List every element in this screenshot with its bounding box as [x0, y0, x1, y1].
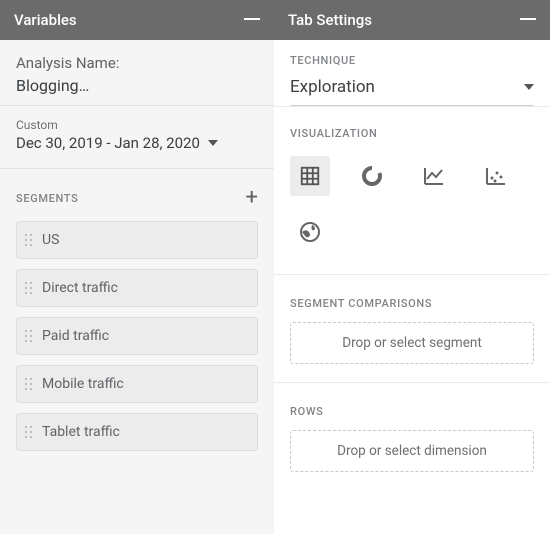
visualization-label: VISUALIZATION — [290, 127, 534, 140]
chevron-down-icon — [524, 84, 534, 90]
variables-panel-body: Analysis Name: Blogging… Custom Dec 30, … — [0, 40, 274, 534]
rows-section: ROWS Drop or select dimension — [274, 383, 550, 490]
add-segment-button[interactable]: + — [246, 187, 258, 209]
tab-settings-panel-title: Tab Settings — [288, 11, 520, 29]
segment-chip-label: Paid traffic — [42, 328, 109, 344]
drag-handle-icon[interactable] — [25, 282, 32, 294]
drag-handle-icon[interactable] — [25, 426, 32, 438]
visualization-section: VISUALIZATION — [274, 107, 550, 275]
segment-chip-label: Mobile traffic — [42, 376, 124, 392]
viz-donut-button[interactable] — [352, 156, 392, 196]
technique-label: TECHNIQUE — [290, 54, 534, 67]
date-preset-label: Custom — [16, 118, 258, 132]
segment-chip[interactable]: US — [16, 221, 258, 259]
tab-settings-panel: Tab Settings TECHNIQUE Exploration VISUA… — [274, 0, 550, 534]
technique-select[interactable]: Exploration — [290, 69, 534, 106]
segment-comparisons-label: SEGMENT COMPARISONS — [290, 297, 534, 310]
drag-handle-icon[interactable] — [25, 378, 32, 390]
table-icon — [299, 165, 321, 187]
viz-scatter-button[interactable] — [476, 156, 516, 196]
segment-chip-label: Tablet traffic — [42, 424, 120, 440]
chevron-down-icon — [208, 140, 218, 146]
technique-value: Exploration — [290, 77, 524, 97]
segment-chip[interactable]: Paid traffic — [16, 317, 258, 355]
minimize-icon[interactable] — [520, 18, 536, 20]
analysis-name-value: Blogging… — [16, 76, 258, 95]
date-range-value: Dec 30, 2019 - Jan 28, 2020 — [16, 134, 200, 152]
rows-label: ROWS — [290, 405, 534, 418]
viz-geo-button[interactable] — [290, 212, 330, 252]
segment-chip-label: US — [42, 232, 59, 248]
variables-panel: Variables Analysis Name: Blogging… Custo… — [0, 0, 274, 534]
line-chart-icon — [422, 164, 446, 188]
scatter-icon — [484, 164, 508, 188]
segment-comparisons-dropzone[interactable]: Drop or select segment — [290, 322, 534, 364]
segment-comparisons-section: SEGMENT COMPARISONS Drop or select segme… — [274, 275, 550, 383]
segment-chip[interactable]: Mobile traffic — [16, 365, 258, 403]
segment-chip-label: Direct traffic — [42, 280, 118, 296]
segments-section: SEGMENTS + US Direct traffic Paid traffi… — [0, 169, 274, 471]
drag-handle-icon[interactable] — [25, 330, 32, 342]
date-range-section[interactable]: Custom Dec 30, 2019 - Jan 28, 2020 — [0, 106, 274, 169]
visualization-row-1 — [290, 156, 534, 196]
tab-settings-panel-body: TECHNIQUE Exploration VISUALIZATION — [274, 40, 550, 534]
app-root: Variables Analysis Name: Blogging… Custo… — [0, 0, 550, 534]
rows-dropzone[interactable]: Drop or select dimension — [290, 430, 534, 472]
analysis-name-section[interactable]: Analysis Name: Blogging… — [0, 40, 274, 106]
segment-chip[interactable]: Direct traffic — [16, 269, 258, 307]
drag-handle-icon[interactable] — [25, 234, 32, 246]
tab-settings-panel-header: Tab Settings — [274, 0, 550, 40]
donut-icon — [360, 164, 384, 188]
variables-panel-header: Variables — [0, 0, 274, 40]
technique-section: TECHNIQUE Exploration — [274, 40, 550, 107]
segment-chip[interactable]: Tablet traffic — [16, 413, 258, 451]
viz-table-button[interactable] — [290, 156, 330, 196]
analysis-name-label: Analysis Name: — [16, 54, 258, 72]
segments-label: SEGMENTS — [16, 192, 246, 205]
date-range-picker[interactable]: Dec 30, 2019 - Jan 28, 2020 — [16, 134, 258, 152]
visualization-row-2 — [290, 212, 534, 252]
globe-icon — [298, 220, 322, 244]
minimize-icon[interactable] — [244, 18, 260, 20]
viz-line-button[interactable] — [414, 156, 454, 196]
variables-panel-title: Variables — [14, 11, 244, 29]
rows-placeholder: Drop or select dimension — [337, 443, 487, 459]
segments-header: SEGMENTS + — [16, 187, 258, 209]
segment-comparisons-placeholder: Drop or select segment — [342, 335, 482, 351]
